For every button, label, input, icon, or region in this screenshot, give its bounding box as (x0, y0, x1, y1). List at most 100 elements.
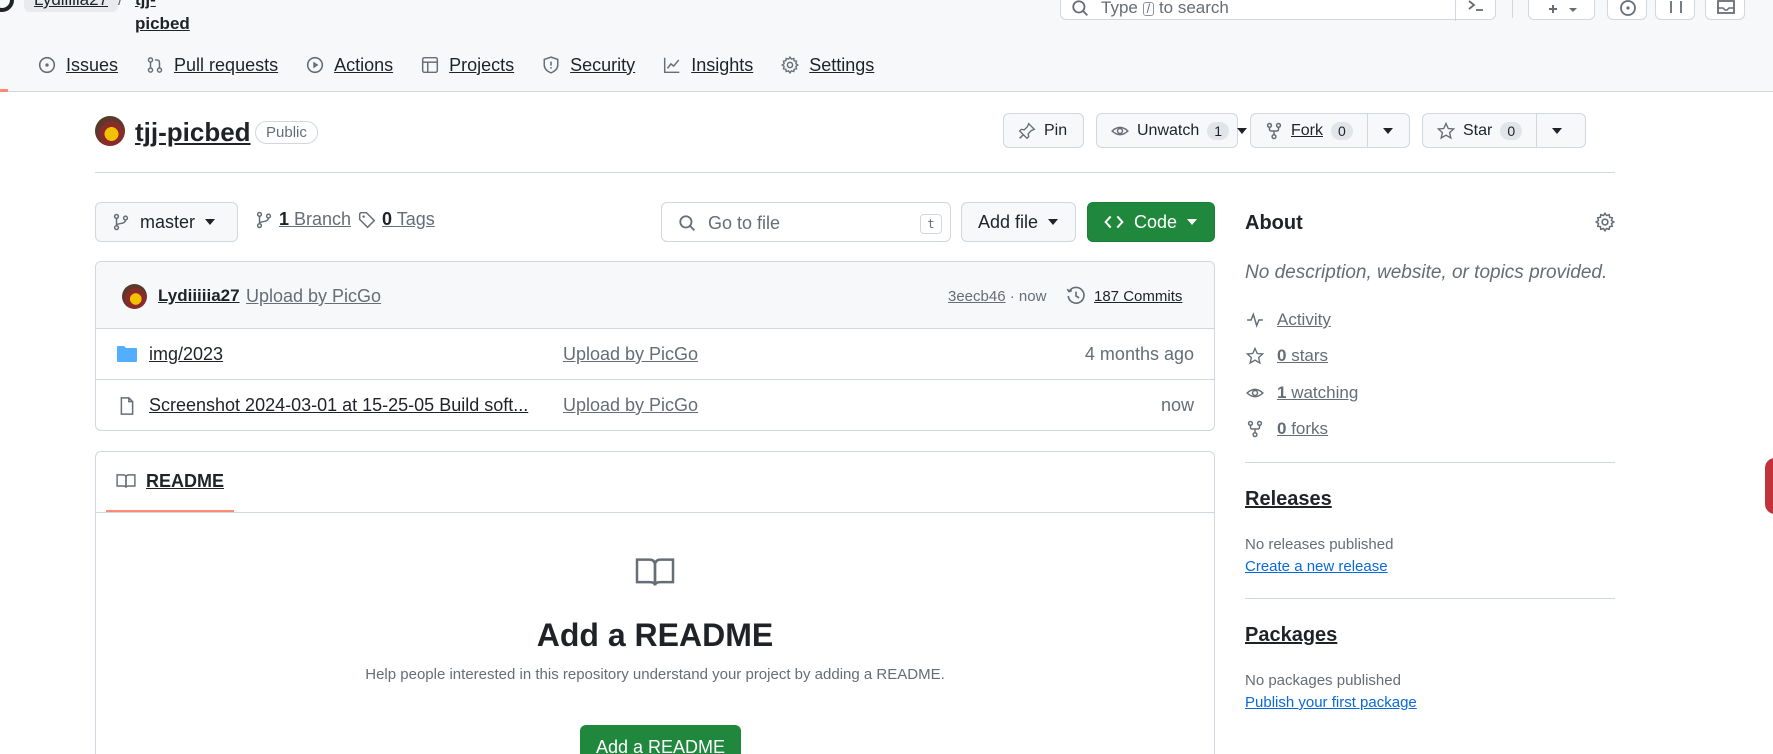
readme-tab[interactable]: README (106, 452, 235, 512)
readme-empty-help: Help people interested in this repositor… (365, 666, 945, 683)
publish-package-link[interactable]: Publish your first package (1245, 694, 1417, 711)
code-button[interactable]: Code (1087, 202, 1215, 242)
global-search-input[interactable]: Type / to search (1060, 0, 1496, 21)
watching-label: watching (1291, 383, 1359, 402)
issue-icon (38, 56, 56, 74)
watching-count: 1 (1277, 383, 1287, 402)
tab-issues[interactable]: Issues (24, 48, 132, 82)
tab-settings[interactable]: Settings (767, 48, 888, 82)
tab-projects-label: Projects (449, 54, 515, 75)
chevron-down-icon (205, 219, 216, 225)
tab-issues-label: Issues (66, 54, 119, 75)
packages-heading[interactable]: Packages (1245, 624, 1337, 647)
file-row[interactable]: Screenshot 2024-03-01 at 15-25-05 Build … (96, 380, 1214, 430)
gear-icon (781, 56, 800, 74)
tab-insights[interactable]: Insights (649, 48, 767, 82)
gear-icon[interactable] (1595, 212, 1615, 232)
pull-requests-shortcut-button[interactable] (1655, 0, 1695, 20)
chevron-down-icon (1237, 127, 1248, 134)
book-icon (635, 558, 675, 586)
book-icon (116, 474, 136, 488)
breadcrumb-owner[interactable]: Lydiiiiia27 (24, 0, 119, 12)
forks-link[interactable]: 0 forks (1245, 419, 1328, 439)
pin-icon (1018, 121, 1036, 139)
create-new-button[interactable] (1528, 0, 1595, 20)
add-readme-button[interactable]: Add a README (580, 725, 742, 754)
create-release-link[interactable]: Create a new release (1245, 558, 1388, 575)
search-placeholder-suffix: to search (1158, 1, 1229, 17)
inbox-icon (1717, 0, 1735, 14)
commit-author-avatar[interactable] (122, 284, 147, 309)
history-icon (1066, 286, 1085, 304)
play-icon (306, 56, 324, 74)
go-to-file-shortcut: t (920, 214, 942, 234)
unwatch-button[interactable]: Unwatch 1 (1096, 113, 1248, 148)
watching-link[interactable]: 1 watching (1245, 383, 1358, 403)
stars-count: 0 (1277, 346, 1287, 365)
fork-button-group: Fork 0 (1250, 113, 1410, 148)
pulse-icon (1247, 312, 1263, 328)
star-button[interactable]: Star 0 (1423, 114, 1536, 147)
pull-request-icon (1670, 1, 1682, 13)
file-name[interactable]: img/2023 (149, 344, 223, 365)
tag-icon (358, 211, 376, 228)
releases-heading[interactable]: Releases (1245, 488, 1332, 511)
stars-link[interactable]: 0 stars (1245, 346, 1328, 366)
tab-projects[interactable]: Projects (407, 48, 528, 82)
go-to-file-input[interactable]: Go to file t (661, 202, 951, 242)
top-header: Lydiiiiia27 / tjj-picbed Type / to searc… (0, 0, 1773, 92)
tab-actions-label: Actions (334, 54, 394, 75)
branch-select-button[interactable]: master (95, 202, 238, 242)
branch-count-label: Branch (294, 209, 352, 229)
pin-button[interactable]: Pin (1003, 113, 1084, 148)
commits-history-link[interactable]: 187 Commits (1066, 286, 1182, 306)
watch-counter: 1 (1207, 121, 1230, 140)
floating-avatar-edge[interactable] (1765, 458, 1773, 514)
header-divider (1512, 0, 1513, 18)
issues-shortcut-button[interactable] (1607, 0, 1647, 20)
activity-link[interactable]: Activity (1245, 310, 1331, 330)
commits-count: 187 Commits (1094, 287, 1183, 305)
global-search-placeholder: Type / to search (1101, 1, 1229, 19)
owner-avatar[interactable] (95, 116, 125, 146)
shield-icon (543, 56, 559, 74)
code-label: Code (1134, 211, 1178, 232)
add-file-button[interactable]: Add file (961, 202, 1076, 242)
packages-empty-text: No packages published (1245, 672, 1401, 689)
tab-pull-requests[interactable]: Pull requests (132, 48, 292, 82)
fork-button[interactable]: Fork 0 (1251, 114, 1367, 147)
commit-time: now (1018, 288, 1047, 305)
file-row[interactable]: img/2023 Upload by PicGo 4 months ago (96, 329, 1214, 380)
sidebar-divider (1245, 598, 1615, 599)
visibility-badge: Public (255, 121, 318, 144)
fork-icon (1247, 420, 1263, 438)
sidebar-divider (1245, 462, 1615, 463)
forks-label: forks (1291, 419, 1329, 438)
file-name[interactable]: Screenshot 2024-03-01 at 15-25-05 Build … (149, 395, 528, 416)
folder-icon (117, 346, 137, 362)
breadcrumb-repo[interactable]: tjj-picbed (135, 0, 190, 33)
readme-divider (96, 512, 1214, 513)
fork-options-button[interactable] (1366, 114, 1408, 147)
repo-name[interactable]: tjj-picbed (135, 117, 251, 148)
tab-insights-label: Insights (691, 54, 754, 75)
latest-commit-row: Lydiiiiia27 Upload by PicGo 3eecb46 · no… (96, 262, 1214, 329)
search-icon (1072, 0, 1088, 16)
command-palette-button[interactable] (1455, 0, 1495, 21)
tags-link[interactable]: 0 Tags (358, 209, 435, 230)
commit-author[interactable]: Lydiiiiia27 (158, 286, 240, 306)
inbox-button[interactable] (1705, 0, 1745, 20)
commit-sha[interactable]: 3eecb46 (948, 288, 1006, 305)
star-lists-button[interactable] (1536, 114, 1577, 147)
commit-message[interactable]: Upload by PicGo (246, 286, 381, 307)
file-icon (120, 397, 134, 415)
branches-link[interactable]: 1 Branch (255, 209, 351, 230)
tab-actions[interactable]: Actions (292, 48, 407, 82)
add-file-label: Add file (978, 211, 1039, 232)
file-commit-message[interactable]: Upload by PicGo (563, 344, 698, 365)
file-commit-message[interactable]: Upload by PicGo (563, 395, 698, 416)
about-heading: About (1245, 212, 1303, 234)
tab-security[interactable]: Security (528, 48, 649, 82)
branch-name: master (140, 211, 196, 232)
github-logo-icon[interactable] (0, 0, 14, 12)
